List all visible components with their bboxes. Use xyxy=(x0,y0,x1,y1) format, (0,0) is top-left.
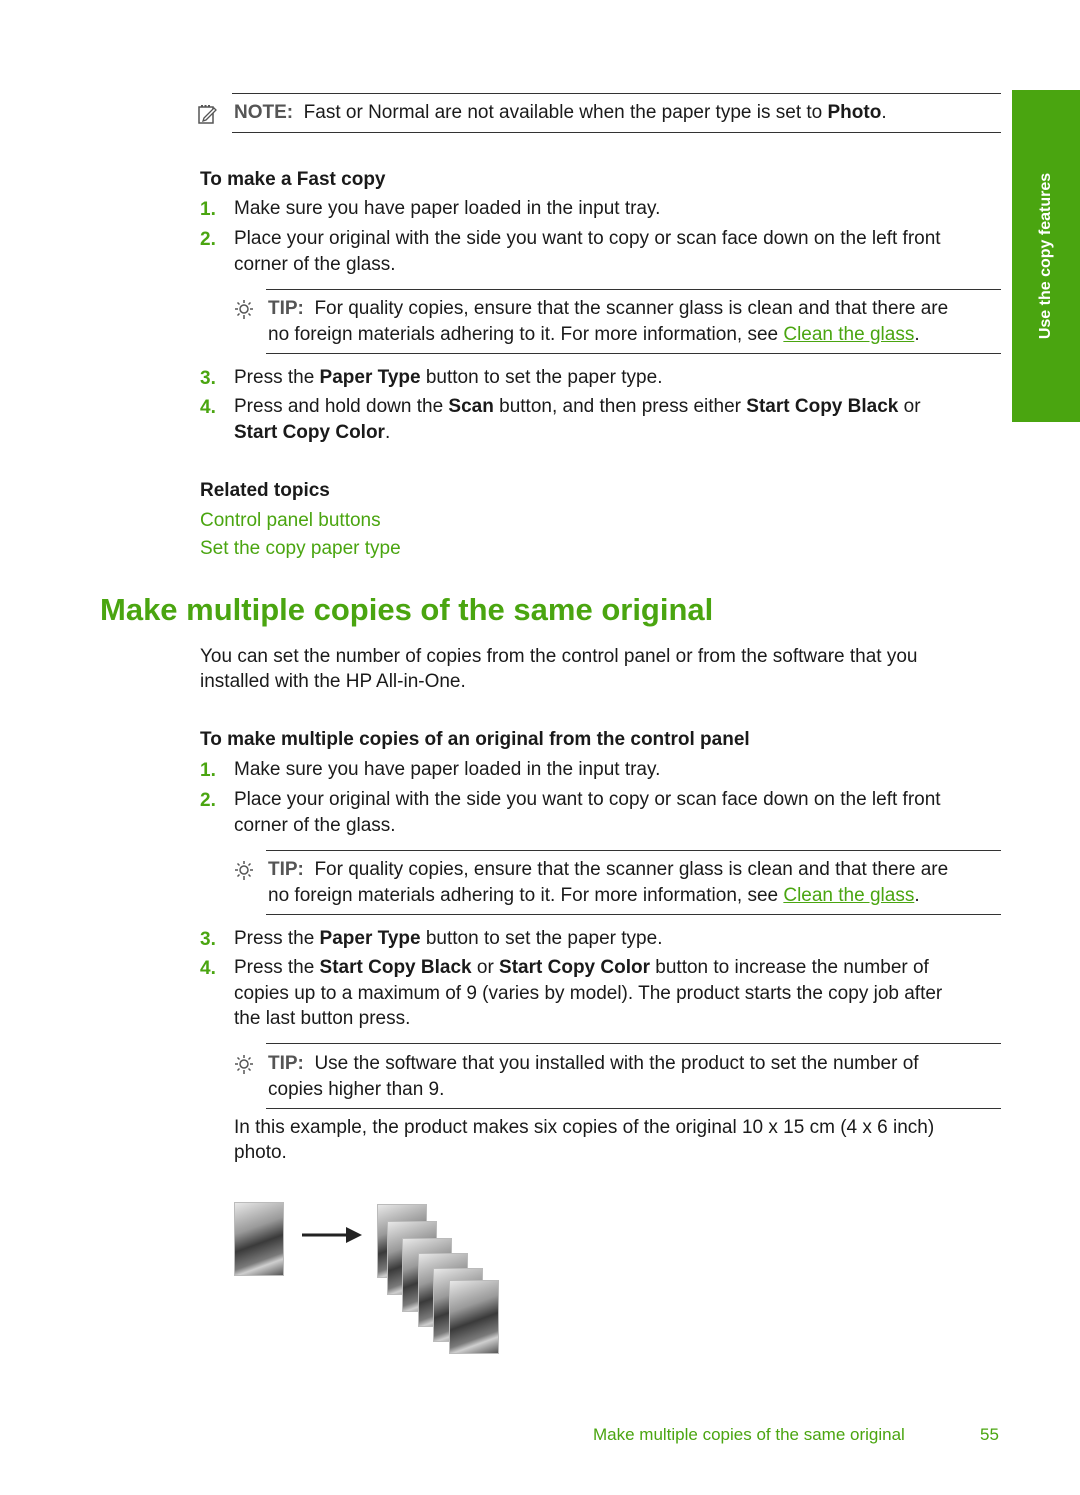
lightbulb-icon xyxy=(233,859,255,883)
clean-the-glass-link[interactable]: Clean the glass xyxy=(783,885,914,906)
intro-line1: You can set the number of copies from th… xyxy=(200,646,918,667)
multi-tip1-line1: TIP: For quality copies, ensure that the… xyxy=(268,859,949,880)
fast-step-4-line2: Start Copy Color. xyxy=(234,422,391,443)
note-pencil-icon xyxy=(197,103,219,125)
step-number: 4. xyxy=(200,397,216,418)
chapter-side-tab: Use the copy features xyxy=(1012,90,1080,422)
multi-step-4-line1: Press the Start Copy Black or Start Copy… xyxy=(234,957,929,978)
copy-photo xyxy=(449,1280,499,1354)
step-number: 2. xyxy=(200,229,216,250)
multi-tip2-line1: TIP: Use the software that you installed… xyxy=(268,1053,919,1074)
related-topics-heading: Related topics xyxy=(200,480,330,501)
tip-top-rule xyxy=(266,850,1001,851)
note-bottom-rule xyxy=(232,132,1001,133)
multi-tip2-line2: copies higher than 9. xyxy=(268,1079,445,1100)
multiple-copies-subheading: To make multiple copies of an original f… xyxy=(200,729,750,750)
example-line1: In this example, the product makes six c… xyxy=(234,1117,935,1138)
tip-bottom-rule xyxy=(266,353,1001,354)
multi-step-2-line2: corner of the glass. xyxy=(234,815,396,836)
multi-step-3: Press the Paper Type button to set the p… xyxy=(234,928,663,949)
example-line2: photo. xyxy=(234,1142,287,1163)
step-number: 1. xyxy=(200,199,216,220)
fast-step-4-line1: Press and hold down the Scan button, and… xyxy=(234,396,921,417)
fast-tip-line1: TIP: For quality copies, ensure that the… xyxy=(268,298,949,319)
step-number: 1. xyxy=(200,760,216,781)
clean-the-glass-link[interactable]: Clean the glass xyxy=(783,324,914,345)
related-link-control-panel-buttons[interactable]: Control panel buttons xyxy=(200,508,381,534)
tip-bottom-rule xyxy=(266,1108,1001,1109)
tip-top-rule xyxy=(266,1043,1001,1044)
lightbulb-icon xyxy=(233,298,255,322)
page-number: 55 xyxy=(980,1425,999,1444)
section-title: Make multiple copies of the same origina… xyxy=(100,592,714,627)
fast-tip-line2: no foreign materials adhering to it. For… xyxy=(268,324,920,345)
multi-tip1-line2: no foreign materials adhering to it. For… xyxy=(268,885,920,906)
fast-step-2-line1: Place your original with the side you wa… xyxy=(234,228,941,249)
note-text: NOTE: Fast or Normal are not available w… xyxy=(234,102,887,123)
step-number: 3. xyxy=(200,929,216,950)
chapter-side-tab-label: Use the copy features xyxy=(1037,172,1054,340)
footer-title: Make multiple copies of the same origina… xyxy=(593,1425,905,1444)
fast-step-3: Press the Paper Type button to set the p… xyxy=(234,367,663,388)
multi-step-4-line2: copies up to a maximum of 9 (varies by m… xyxy=(234,983,943,1004)
step-number: 2. xyxy=(200,790,216,811)
step-number: 4. xyxy=(200,958,216,979)
multi-step-1: Make sure you have paper loaded in the i… xyxy=(234,759,661,780)
arrow-right-icon xyxy=(300,1225,365,1245)
lightbulb-icon xyxy=(233,1053,255,1077)
related-link-set-copy-paper-type[interactable]: Set the copy paper type xyxy=(200,536,401,562)
intro-line2: installed with the HP All-in-One. xyxy=(200,671,466,692)
note-top-rule xyxy=(232,93,1001,94)
multi-step-4-line3: the last button press. xyxy=(234,1008,411,1029)
fast-copy-heading: To make a Fast copy xyxy=(200,169,386,190)
tip-top-rule xyxy=(266,289,1001,290)
tip-bottom-rule xyxy=(266,914,1001,915)
fast-step-1: Make sure you have paper loaded in the i… xyxy=(234,198,661,219)
fast-step-2-line2: corner of the glass. xyxy=(234,254,396,275)
step-number: 3. xyxy=(200,368,216,389)
original-photo xyxy=(234,1202,284,1276)
multi-step-2-line1: Place your original with the side you wa… xyxy=(234,789,941,810)
